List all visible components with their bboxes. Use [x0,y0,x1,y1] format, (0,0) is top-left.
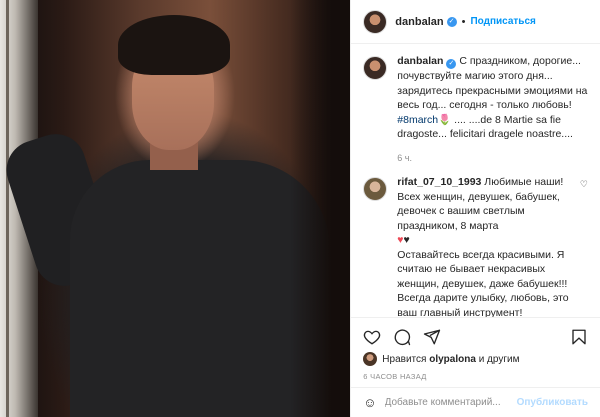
paper-plane-icon[interactable] [423,328,441,346]
comment-item: rifat_07_10_1993 Любимые наши! Всех женщ… [363,175,588,317]
commenter-avatar[interactable] [363,177,388,201]
smiley-icon[interactable]: ☺ [363,395,376,410]
liker-avatar[interactable] [363,352,378,366]
heart-icon[interactable] [363,328,381,346]
publish-button[interactable]: Опубликовать [517,397,588,408]
follow-button[interactable]: Подписаться [470,16,535,27]
verified-badge-icon: ✓ [446,59,457,69]
post-actions: Нравится olypalona и другим 6 часов наза… [351,317,600,381]
comment-icon[interactable] [393,328,411,346]
comment-body: rifat_07_10_1993 Любимые наши! Всех женщ… [397,175,574,317]
likes-summary: Нравится olypalona и другим [363,352,588,366]
comment-text-3: главный инструмент! [419,306,523,318]
header-dot: • [461,15,466,28]
caption: danbalan ✓ С праздником, дорогие... почув… [363,54,588,165]
action-icons [363,326,588,348]
black-heart-emoji: ♥ [403,234,410,246]
post: danbalan ✓ • Подписаться danbalan ✓ С пра… [0,0,600,417]
comments-list[interactable]: danbalan ✓ С праздником, дорогие... почув… [351,44,600,317]
comment-like-icon[interactable]: ♡ [580,179,588,317]
likes-prefix: Нравится [382,353,427,365]
caption-username[interactable]: danbalan [397,55,443,67]
caption-time: 6 ч. [397,152,412,163]
author-avatar[interactable] [363,9,388,34]
comment-input[interactable] [384,397,517,408]
post-photo[interactable] [0,0,351,417]
post-sidebar: danbalan ✓ • Подписаться danbalan ✓ С пра… [350,0,600,417]
bookmark-icon[interactable] [570,328,588,346]
tulip-emoji: 🌷 [438,113,452,126]
caption-body: danbalan ✓ С праздником, дорогие... почув… [397,54,588,165]
photo-wall [290,0,351,417]
photo-hair [118,15,230,75]
caption-hashtag[interactable]: #8march [397,114,438,126]
post-timestamp[interactable]: 6 часов назад [363,372,588,381]
likes-suffix[interactable]: и другим [479,354,520,365]
liker-username[interactable]: olypalona [429,354,476,365]
author-username[interactable]: danbalan [395,16,443,28]
commenter-username[interactable]: rifat_07_10_1993 [397,176,481,188]
add-comment-bar: ☺ Опубликовать [351,387,600,417]
caption-avatar[interactable] [363,56,388,80]
post-header: danbalan ✓ • Подписаться [351,0,600,44]
verified-badge-icon: ✓ [446,16,457,27]
